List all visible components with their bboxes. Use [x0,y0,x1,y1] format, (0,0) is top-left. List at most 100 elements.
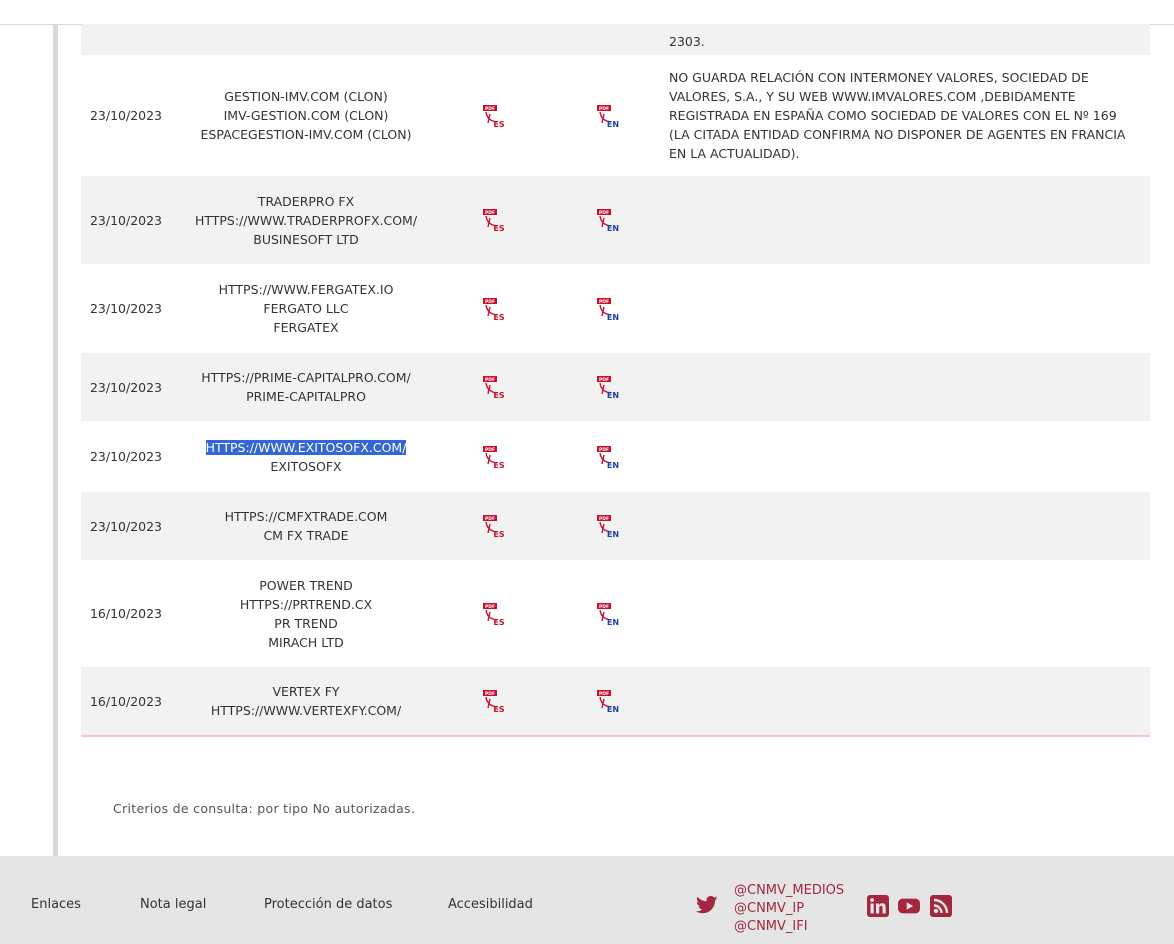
svg-text:ES: ES [493,530,504,539]
entity-name-text: HTTPS://WWW.FERGATEX.IO [218,282,394,297]
entity-name: VERTEX FY [171,682,441,701]
pdf-es-icon[interactable]: PDF ES [481,296,507,322]
left-border [53,24,58,856]
pdf-en-cell: PDF EN [546,353,669,421]
table-row: 16/10/2023 VERTEX FY HTTPS://WWW.VERTEXFY.… [81,667,1150,735]
pdf-es-icon[interactable]: PDF ES [481,601,507,627]
footer-link-nota-legal[interactable]: Nota legal [140,897,206,912]
pdf-en-cell: PDF EN [546,55,669,176]
entity-name: HTTPS://CMFXTRADE.COM [171,507,441,526]
observations [669,560,1150,667]
pdf-es-icon[interactable]: PDF ES [481,513,507,539]
entity-name-text: CM FX TRADE [263,528,349,543]
pdf-en-icon[interactable]: PDF EN [595,513,621,539]
pdf-en-cell: PDF EN [546,492,669,560]
footer-link-accesibilidad[interactable]: Accesibilidad [448,897,533,912]
publication-date: 23/10/2023 [81,55,171,176]
svg-text:PDF: PDF [598,299,608,305]
svg-text:PDF: PDF [598,516,608,522]
pdf-en-icon[interactable]: PDF EN [595,374,621,400]
observations: NO GUARDA RELACIÓN CON INTERMONEY VALORE… [669,55,1150,176]
unauthorized-entities-table: 2303. 23/10/2023 GESTION-IMV.COM (CLON) IMV… [81,24,1150,735]
footer-link-enlaces[interactable]: Enlaces [31,897,81,912]
svg-text:ES: ES [493,705,504,714]
pdf-es-cell: PDF ES [441,667,546,735]
pdf-en-cell: PDF EN [546,264,669,353]
twitter-handles: @CNMV_MEDIOS @CNMV_IP @CNMV_IFI [734,882,844,936]
youtube-icon[interactable] [898,895,920,917]
entity-names: POWER TREND HTTPS://PRTREND.CX PR TREND MIR… [171,560,441,667]
footer-link-proteccion-datos[interactable]: Protección de datos [264,897,392,912]
svg-text:ES: ES [493,313,504,322]
entity-names: VERTEX FY HTTPS://WWW.VERTEXFY.COM/ [171,667,441,735]
table-bottom-border [81,735,1150,737]
pdf-en-icon[interactable]: PDF EN [595,103,621,129]
svg-text:EN: EN [606,120,618,129]
observations: 2303. [669,24,1150,55]
observations [669,667,1150,735]
twitter-icon[interactable] [696,896,718,914]
pdf-es-icon[interactable]: PDF ES [481,444,507,470]
entity-name-text: HTTPS://WWW.TRADERPROFX.COM/ [194,212,418,228]
linkedin-icon[interactable] [867,895,889,917]
pdf-en-icon[interactable]: PDF EN [595,296,621,322]
entity-name-text: HTTPS://CMFXTRADE.COM [224,509,388,524]
pdf-en-icon[interactable]: PDF EN [595,444,621,470]
svg-text:EN: EN [606,224,618,233]
entity-name-text: HTTPS://WWW.VERTEXFY.COM/ [210,703,402,718]
entity-name: HTTPS://PRIME-CAPITALPRO.COM/ [171,368,441,387]
table-row: 23/10/2023 HTTPS://WWW.FERGATEX.IO FERGATO… [81,264,1150,353]
observations [669,492,1150,560]
observations [669,176,1150,264]
pdf-en-icon[interactable]: PDF EN [595,601,621,627]
page-footer: Enlaces Nota legal Protección de datos A… [0,856,1174,944]
svg-text:PDF: PDF [598,377,608,383]
table-row: 23/10/2023 HTTPS://PRIME-CAPITALPRO.COM/P… [81,353,1150,421]
svg-text:PDF: PDF [598,447,608,453]
pdf-es-cell: PDF ES [441,560,546,667]
svg-text:ES: ES [493,224,504,233]
pdf-es-icon[interactable]: PDF ES [481,207,507,233]
query-criteria-text: Criterios de consulta: por tipo No autor… [113,801,416,816]
pdf-en-cell: PDF EN [546,421,669,492]
pdf-es-icon[interactable]: PDF ES [481,688,507,714]
svg-text:PDF: PDF [598,604,608,610]
entity-name-text: HTTPS://PRTREND.CX [239,596,373,612]
publication-date: 16/10/2023 [81,667,171,735]
publication-date [81,24,171,55]
entity-name: ESPACEGESTION-IMV.COM (CLON) [171,125,441,144]
observations [669,421,1150,492]
entity-name-text: POWER TREND [259,577,353,593]
svg-text:PDF: PDF [484,516,494,522]
pdf-es-icon[interactable]: PDF ES [481,103,507,129]
table-row: 23/10/2023 HTTPS://CMFXTRADE.COM CM FX TRA… [81,492,1150,560]
top-header-bar [0,0,1174,25]
entity-name-text: VERTEX FY [272,684,340,699]
entity-names: HTTPS://PRIME-CAPITALPRO.COM/PRIME-CAPIT… [171,353,441,421]
entity-name: MIRACH LTD [171,633,441,652]
entity-name: FERGATO LLC [171,299,441,318]
entity-name: PR TREND [171,614,441,633]
publication-date: 23/10/2023 [81,421,171,492]
entity-name: GESTION-IMV.COM (CLON) [171,87,441,106]
rss-icon[interactable] [930,895,952,917]
entity-name: FERGATEX [171,318,441,337]
twitter-handle-medios[interactable]: @CNMV_MEDIOS [734,882,844,900]
entity-name-text: FERGATO LLC [263,301,349,316]
pdf-en-icon[interactable]: PDF EN [595,207,621,233]
svg-text:EN: EN [606,461,618,470]
twitter-handle-ifi[interactable]: @CNMV_IFI [734,918,844,936]
pdf-es-icon[interactable]: PDF ES [481,374,507,400]
entity-name-text: PRIME-CAPITALPRO [246,389,366,404]
entity-name: CM FX TRADE [171,526,441,545]
pdf-en-icon[interactable]: PDF EN [595,688,621,714]
svg-text:ES: ES [493,391,504,400]
svg-text:EN: EN [606,391,618,400]
twitter-handle-ip[interactable]: @CNMV_IP [734,900,844,918]
svg-text:EN: EN [606,313,618,322]
publication-date: 23/10/2023 [81,176,171,264]
pdf-es-cell: PDF ES [441,421,546,492]
entity-name-text: ESPACEGESTION-IMV.COM (CLON) [200,127,412,142]
svg-text:PDF: PDF [598,691,608,697]
entity-name: HTTPS://PRTREND.CX [171,595,441,614]
